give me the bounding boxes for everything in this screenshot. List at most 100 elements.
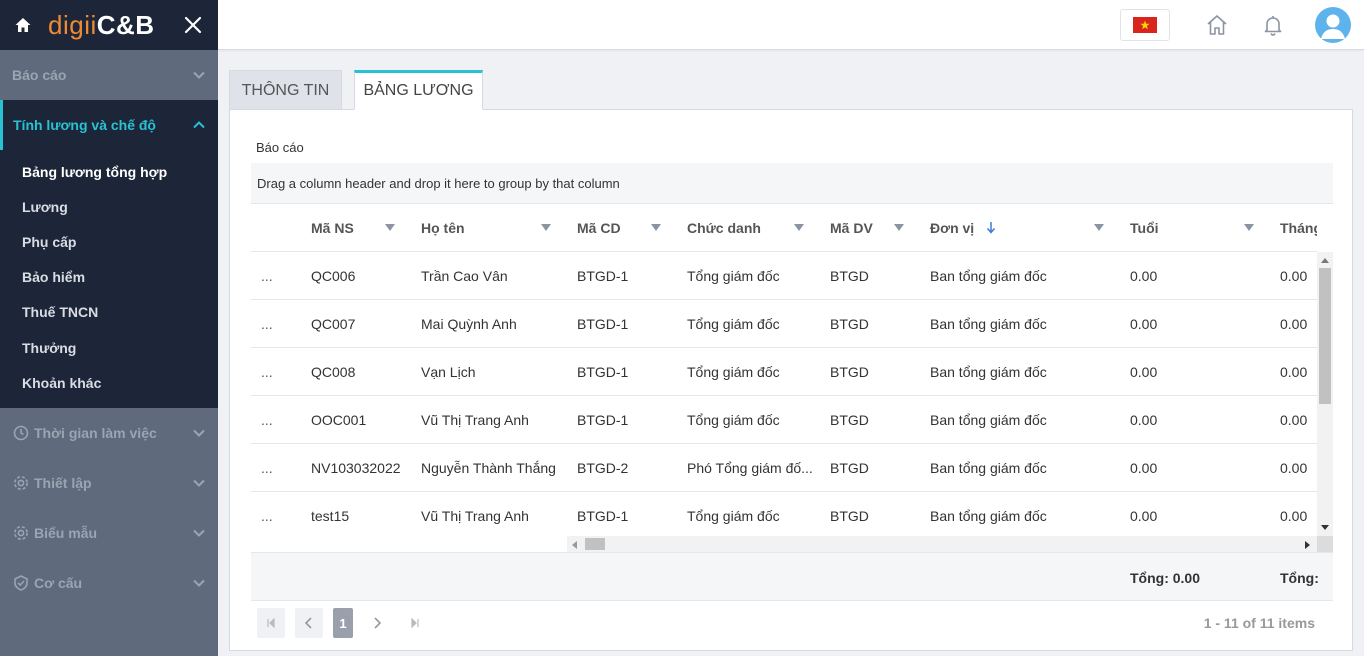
nav-group-bao-cao[interactable]: Báo cáo bbox=[0, 50, 218, 100]
gear-icon bbox=[12, 524, 30, 542]
cell-ho-ten: Nguyễn Thành Thắng bbox=[421, 460, 556, 476]
horizontal-scrollbar[interactable] bbox=[567, 536, 1317, 552]
filter-icon[interactable] bbox=[541, 224, 551, 232]
cell-ma-ns: OOC001 bbox=[311, 412, 367, 428]
nav-group-co-cau[interactable]: Cơ cấu bbox=[0, 558, 218, 608]
column-header-label: Mã CD bbox=[577, 220, 621, 236]
column-header-ma-dv[interactable]: Mã DV bbox=[820, 204, 920, 251]
table-row[interactable]: ... QC006 Trần Cao Vân BTGD-1 Tổng giám … bbox=[251, 252, 1317, 300]
sidebar-item-bang-luong-tong-hop[interactable]: Bảng lương tổng hợp bbox=[0, 154, 218, 189]
row-menu-button[interactable]: ... bbox=[251, 396, 301, 444]
page-1-button[interactable]: 1 bbox=[333, 608, 353, 638]
chevron-down-icon bbox=[193, 530, 205, 538]
cell-ma-cd: BTGD-1 bbox=[577, 268, 629, 284]
cell-thang: 0.00 bbox=[1280, 412, 1308, 428]
column-header-label: Mã NS bbox=[311, 220, 354, 236]
filter-icon[interactable] bbox=[1094, 224, 1104, 232]
row-menu-button[interactable]: ... bbox=[251, 444, 301, 492]
nav-group-label: Tính lương và chế độ bbox=[13, 117, 156, 133]
last-page-button[interactable] bbox=[401, 608, 429, 638]
column-header-thang[interactable]: Tháng bbox=[1270, 204, 1317, 251]
nav-group-label: Báo cáo bbox=[12, 67, 67, 83]
cell-thang: 0.00 bbox=[1280, 316, 1308, 332]
row-menu-button[interactable]: ... bbox=[251, 300, 301, 348]
sidebar-item-luong[interactable]: Lương bbox=[0, 189, 218, 224]
column-header-tuoi[interactable]: Tuổi bbox=[1120, 204, 1270, 251]
vertical-scroll-thumb[interactable] bbox=[1319, 268, 1331, 404]
filter-icon[interactable] bbox=[894, 224, 904, 232]
table-row[interactable]: ... NV103032022 Nguyễn Thành Thắng BTGD-… bbox=[251, 444, 1317, 492]
cell-ma-ns: NV103032022 bbox=[311, 460, 401, 476]
scroll-up-arrow-icon[interactable] bbox=[1321, 257, 1329, 263]
cell-ma-cd: BTGD-1 bbox=[577, 508, 629, 524]
chevron-left-icon bbox=[304, 617, 312, 629]
filter-icon[interactable] bbox=[385, 224, 395, 232]
cell-chuc-danh: Tổng giám đốc bbox=[687, 364, 780, 380]
table-row[interactable]: ... QC007 Mai Quỳnh Anh BTGD-1 Tổng giám… bbox=[251, 300, 1317, 348]
sidebar-item-bao-hiem[interactable]: Bảo hiểm bbox=[0, 260, 218, 295]
language-switch-button[interactable] bbox=[1120, 9, 1170, 41]
cell-tuoi: 0.00 bbox=[1130, 316, 1158, 332]
shield-check-icon bbox=[12, 574, 30, 592]
filter-icon[interactable] bbox=[1244, 224, 1254, 232]
cell-don-vi: Ban tổng giám đốc bbox=[930, 412, 1047, 428]
filter-icon[interactable] bbox=[651, 224, 661, 232]
table-row[interactable]: ... OOC001 Vũ Thị Trang Anh BTGD-1 Tổng … bbox=[251, 396, 1317, 444]
sidebar-item-thue-tncn[interactable]: Thuế TNCN bbox=[0, 295, 218, 330]
cell-ma-cd: BTGD-1 bbox=[577, 316, 629, 332]
column-header-ma-ns[interactable]: Mã NS bbox=[301, 204, 411, 251]
sidebar: digiiC&B Báo cáo Tính lương và chế độ Bả… bbox=[0, 0, 218, 656]
grid-body: ... QC006 Trần Cao Vân BTGD-1 Tổng giám … bbox=[251, 252, 1317, 536]
sidebar-item-khoan-khac[interactable]: Khoản khác bbox=[0, 365, 218, 400]
column-header-label: Chức danh bbox=[687, 220, 761, 236]
cell-ma-dv: BTGD bbox=[830, 268, 869, 284]
nav-group-thoi-gian[interactable]: Thời gian làm việc bbox=[0, 408, 218, 458]
cell-ma-cd: BTGD-2 bbox=[577, 460, 629, 476]
row-menu-button[interactable]: ... bbox=[251, 252, 301, 300]
home-icon[interactable] bbox=[1205, 13, 1229, 37]
column-header-label: Tuổi bbox=[1130, 220, 1159, 236]
cell-ma-ns: QC006 bbox=[311, 268, 356, 284]
nav-group-thiet-lap[interactable]: Thiết lập bbox=[0, 458, 218, 508]
table-row[interactable]: ... test15 Vũ Thị Trang Anh BTGD-1 Tổng … bbox=[251, 492, 1317, 536]
scroll-right-arrow-icon[interactable] bbox=[1305, 541, 1311, 549]
chevron-down-icon bbox=[193, 480, 205, 488]
nav-group-bieu-mau[interactable]: Biểu mẫu bbox=[0, 508, 218, 558]
filter-icon[interactable] bbox=[794, 224, 804, 232]
row-menu-button[interactable]: ... bbox=[251, 492, 301, 536]
tab-thong-tin[interactable]: THÔNG TIN bbox=[229, 70, 342, 110]
vertical-scrollbar[interactable] bbox=[1317, 252, 1333, 536]
pager: 1 1 - 11 of 11 items bbox=[251, 602, 1333, 650]
prev-page-button[interactable] bbox=[295, 608, 323, 638]
cell-ma-cd: BTGD-1 bbox=[577, 412, 629, 428]
column-header-ma-cd[interactable]: Mã CD bbox=[567, 204, 677, 251]
cell-ma-cd: BTGD-1 bbox=[577, 364, 629, 380]
scroll-left-arrow-icon[interactable] bbox=[571, 541, 577, 549]
nav-group-tinh-luong[interactable]: Tính lương và chế độ bbox=[0, 100, 218, 150]
bell-icon[interactable] bbox=[1261, 13, 1285, 37]
cell-ma-dv: BTGD bbox=[830, 412, 869, 428]
sidebar-item-phu-cap[interactable]: Phụ cấp bbox=[0, 224, 218, 259]
sidebar-item-thuong[interactable]: Thưởng bbox=[0, 330, 218, 365]
next-page-button[interactable] bbox=[363, 608, 391, 638]
cell-chuc-danh: Tổng giám đốc bbox=[687, 316, 780, 332]
table-row[interactable]: ... QC008 Vạn Lịch BTGD-1 Tổng giám đốc … bbox=[251, 348, 1317, 396]
first-page-button[interactable] bbox=[257, 608, 285, 638]
row-menu-button[interactable]: ... bbox=[251, 348, 301, 396]
nav-group-label: Cơ cấu bbox=[34, 575, 83, 592]
group-by-drop-area[interactable]: Drag a column header and drop it here to… bbox=[251, 163, 1333, 204]
home-icon[interactable] bbox=[14, 16, 32, 34]
close-sidebar-icon[interactable] bbox=[182, 14, 204, 36]
column-header-label: Đơn vị bbox=[930, 220, 975, 236]
tab-bang-luong[interactable]: BẢNG LƯƠNG bbox=[354, 70, 483, 110]
horizontal-scroll-thumb[interactable] bbox=[585, 538, 605, 550]
topbar bbox=[218, 0, 1364, 50]
scroll-down-arrow-icon[interactable] bbox=[1321, 525, 1329, 531]
cell-tuoi: 0.00 bbox=[1130, 508, 1158, 524]
column-header-chuc-danh[interactable]: Chức danh bbox=[677, 204, 820, 251]
user-avatar-icon[interactable] bbox=[1315, 7, 1351, 43]
column-header-ho-ten[interactable]: Họ tên bbox=[411, 204, 567, 251]
column-header-don-vi[interactable]: Đơn vị bbox=[920, 204, 1120, 251]
cell-ma-dv: BTGD bbox=[830, 508, 869, 524]
group-hint-text: Drag a column header and drop it here to… bbox=[257, 175, 620, 191]
